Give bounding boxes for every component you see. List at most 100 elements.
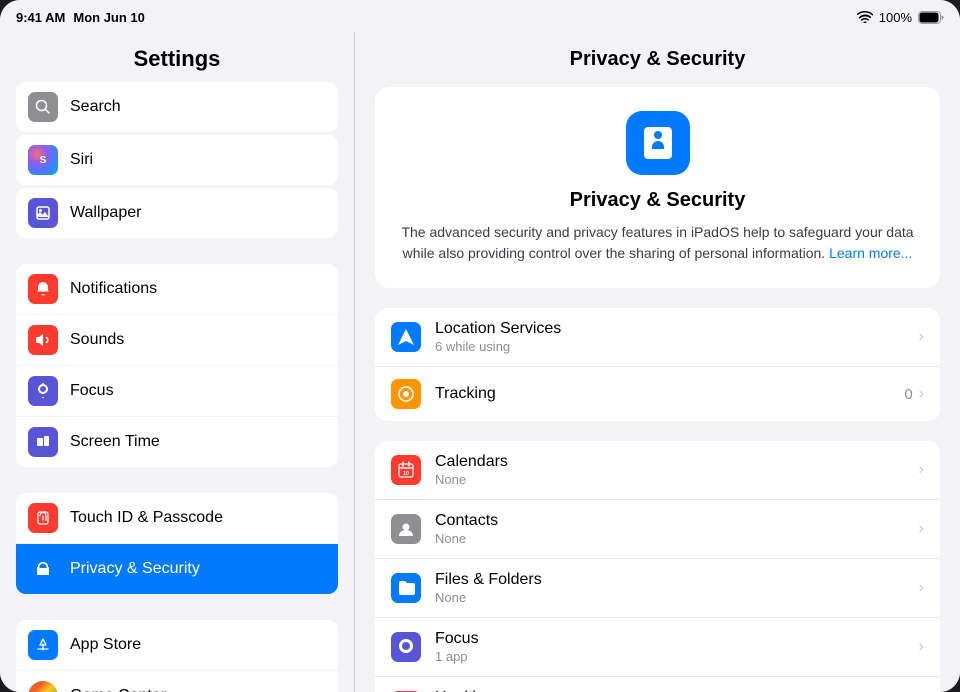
- status-icons: 100%: [857, 10, 944, 25]
- hero-card: Privacy & Security The advanced security…: [375, 87, 940, 288]
- focus-icon: [28, 376, 58, 406]
- health-row[interactable]: Health None ›: [375, 677, 940, 692]
- sidebar-item-touchid-label: Touch ID & Passcode: [70, 509, 223, 527]
- right-panel: Privacy & Security Privacy & Security Th…: [355, 32, 960, 692]
- permissions-section: 10 Calendars None ›: [375, 441, 940, 692]
- sidebar-item-siri[interactable]: S Siri: [16, 135, 338, 185]
- files-row[interactable]: Files & Folders None ›: [375, 559, 940, 618]
- tracking-row[interactable]: Tracking 0 ›: [375, 367, 940, 421]
- sidebar-item-privacy-label: Privacy & Security: [70, 560, 200, 578]
- sidebar-item-touchid[interactable]: Touch ID & Passcode: [16, 493, 338, 543]
- tracking-chevron: ›: [919, 385, 924, 403]
- files-content: Files & Folders None: [435, 571, 905, 605]
- calendars-chevron: ›: [919, 461, 924, 479]
- focus-perm-title: Focus: [435, 630, 905, 648]
- focus-perm-icon: [391, 632, 421, 662]
- calendars-subtitle: None: [435, 472, 905, 487]
- focus-perm-subtitle: 1 app: [435, 649, 905, 664]
- battery-percent: 100%: [879, 10, 912, 25]
- ipad-frame: 9:41 AM Mon Jun 10 100% Settings: [0, 0, 960, 692]
- sounds-icon: [28, 325, 58, 355]
- sidebar-item-sounds[interactable]: Sounds: [16, 315, 338, 365]
- learn-more-link[interactable]: Learn more...: [829, 245, 912, 261]
- tracking-icon: [391, 379, 421, 409]
- status-bar: 9:41 AM Mon Jun 10 100%: [0, 0, 960, 32]
- sidebar-item-wallpaper-label: Wallpaper: [70, 204, 141, 222]
- hero-description: The advanced security and privacy featur…: [395, 222, 920, 264]
- sidebar-item-search[interactable]: Search: [16, 82, 338, 132]
- contacts-content: Contacts None: [435, 512, 905, 546]
- focus-perm-chevron: ›: [919, 638, 924, 656]
- privacy-hero-icon: [640, 125, 676, 161]
- hero-icon: [626, 111, 690, 175]
- sidebar-item-search-label: Search: [70, 98, 121, 116]
- sidebar-group-4: App Store Game Center iCloud: [16, 620, 338, 692]
- contacts-row[interactable]: Contacts None ›: [375, 500, 940, 559]
- sidebar-header: Settings: [0, 32, 354, 82]
- sidebar-item-privacy[interactable]: Privacy & Security: [16, 544, 338, 594]
- sidebar-item-notifications-label: Notifications: [70, 280, 157, 298]
- sidebar-item-wallpaper[interactable]: Wallpaper: [16, 188, 338, 238]
- location-section: Location Services 6 while using ›: [375, 308, 940, 421]
- tracking-content: Tracking: [435, 385, 890, 403]
- sidebar-list[interactable]: Search S Siri: [0, 82, 354, 692]
- files-subtitle: None: [435, 590, 905, 605]
- location-icon: [391, 322, 421, 352]
- calendars-content: Calendars None: [435, 453, 905, 487]
- focus-perm-row[interactable]: Focus 1 app ›: [375, 618, 940, 677]
- sidebar: Settings Search: [0, 32, 355, 692]
- sidebar-item-gamecenter-label: Game Center: [70, 687, 166, 692]
- location-services-row[interactable]: Location Services 6 while using ›: [375, 308, 940, 367]
- tracking-title: Tracking: [435, 385, 890, 403]
- sidebar-group-2: Notifications Sounds: [16, 264, 338, 467]
- files-title: Files & Folders: [435, 571, 905, 589]
- screentime-icon: [28, 427, 58, 457]
- location-row-right: ›: [919, 328, 924, 346]
- svg-text:10: 10: [403, 471, 409, 477]
- location-services-content: Location Services 6 while using: [435, 320, 905, 354]
- gamecenter-icon: [28, 681, 58, 692]
- focus-perm-row-right: ›: [919, 638, 924, 656]
- sidebar-item-appstore-label: App Store: [70, 636, 141, 654]
- panel-title: Privacy & Security: [375, 48, 940, 71]
- files-icon: [391, 573, 421, 603]
- sidebar-item-focus[interactable]: Focus: [16, 366, 338, 416]
- calendars-icon: 10: [391, 455, 421, 485]
- sidebar-item-focus-label: Focus: [70, 382, 114, 400]
- location-chevron: ›: [919, 328, 924, 346]
- calendars-row-right: ›: [919, 461, 924, 479]
- sidebar-item-sounds-label: Sounds: [70, 331, 124, 349]
- sidebar-title: Settings: [16, 46, 338, 72]
- appstore-icon: [28, 630, 58, 660]
- sidebar-group-3: Touch ID & Passcode Privacy & Security: [16, 493, 338, 594]
- contacts-chevron: ›: [919, 520, 924, 538]
- siri-icon: S: [28, 145, 58, 175]
- wifi-icon: [857, 11, 873, 23]
- sidebar-item-screentime-label: Screen Time: [70, 433, 160, 451]
- main-content: Settings Search: [0, 32, 960, 692]
- contacts-title: Contacts: [435, 512, 905, 530]
- sidebar-item-appstore[interactable]: App Store: [16, 620, 338, 670]
- search-icon: [28, 92, 58, 122]
- location-services-title: Location Services: [435, 320, 905, 338]
- sidebar-item-gamecenter[interactable]: Game Center: [16, 671, 338, 692]
- battery-icon: [918, 11, 944, 24]
- privacy-icon: [28, 554, 58, 584]
- wallpaper-icon: [28, 198, 58, 228]
- focus-perm-content: Focus 1 app: [435, 630, 905, 664]
- calendars-title: Calendars: [435, 453, 905, 471]
- location-services-subtitle: 6 while using: [435, 339, 905, 354]
- tracking-value: 0: [904, 386, 912, 403]
- files-chevron: ›: [919, 579, 924, 597]
- sidebar-group-1: Search S Siri: [16, 82, 338, 238]
- status-date: Mon Jun 10: [73, 10, 145, 25]
- status-time: 9:41 AM: [16, 10, 65, 25]
- sidebar-item-notifications[interactable]: Notifications: [16, 264, 338, 314]
- calendars-row[interactable]: 10 Calendars None ›: [375, 441, 940, 500]
- sidebar-item-screentime[interactable]: Screen Time: [16, 417, 338, 467]
- sidebar-item-siri-label: Siri: [70, 151, 93, 169]
- hero-title: Privacy & Security: [395, 189, 920, 212]
- tracking-row-right: 0 ›: [904, 385, 924, 403]
- contacts-subtitle: None: [435, 531, 905, 546]
- touchid-icon: [28, 503, 58, 533]
